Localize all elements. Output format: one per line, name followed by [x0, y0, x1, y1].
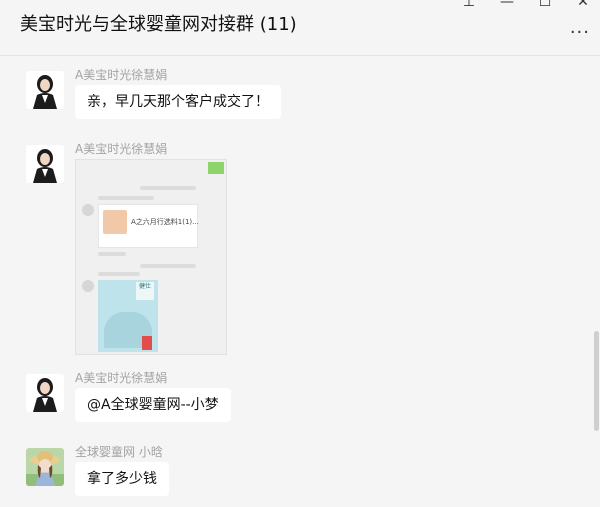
- image-line: [98, 252, 126, 256]
- avatar-woman-icon: [26, 374, 64, 412]
- window-controls: ⊥ — ☐ ✕: [460, 0, 592, 10]
- close-icon[interactable]: ✕: [574, 0, 592, 10]
- poster-label: 健仕: [136, 282, 154, 300]
- message-bubble[interactable]: @A全球婴童网--小梦: [75, 388, 231, 422]
- image-line: [140, 264, 196, 268]
- image-tag: [208, 162, 224, 174]
- sender-name: 全球婴童网 小晗: [75, 445, 163, 459]
- sender-name: A美宝时光徐慧娟: [75, 371, 168, 385]
- avatar[interactable]: [26, 145, 64, 183]
- message-bubble[interactable]: 拿了多少钱: [75, 462, 169, 496]
- image-card-text: A之六月行选料1(1)...: [131, 218, 199, 226]
- avatar-girl-hat-icon: [26, 448, 64, 486]
- shared-image[interactable]: A之六月行选料1(1)... 健仕: [75, 159, 227, 355]
- image-line: [98, 272, 140, 276]
- scrollbar[interactable]: [594, 56, 600, 507]
- avatar[interactable]: [26, 71, 64, 109]
- image-thumb: [103, 210, 127, 234]
- sender-name: A美宝时光徐慧娟: [75, 68, 168, 82]
- minimize-icon[interactable]: —: [498, 0, 516, 10]
- image-avatar: [82, 204, 94, 216]
- image-avatar: [82, 280, 94, 292]
- image-line: [140, 186, 196, 190]
- chat-title: 美宝时光与全球婴童网对接群 (11): [20, 14, 297, 35]
- message-bubble[interactable]: 亲，早几天那个客户成交了！: [75, 85, 281, 119]
- image-line: [98, 196, 154, 200]
- avatar-woman-icon: [26, 71, 64, 109]
- scrollbar-thumb[interactable]: [594, 331, 599, 431]
- avatar[interactable]: [26, 374, 64, 412]
- avatar[interactable]: [26, 448, 64, 486]
- poster-shape: [142, 336, 152, 350]
- maximize-icon[interactable]: ☐: [536, 0, 554, 10]
- avatar-woman-icon: [26, 145, 64, 183]
- sender-name: A美宝时光徐慧娟: [75, 142, 168, 156]
- more-options-icon[interactable]: ···: [570, 22, 590, 43]
- image-card: A之六月行选料1(1)...: [98, 204, 199, 248]
- image-poster: 健仕: [98, 280, 158, 352]
- chat-header: 美宝时光与全球婴童网对接群 (11) ⊥ — ☐ ✕ ···: [0, 0, 600, 56]
- pin-icon[interactable]: ⊥: [460, 0, 478, 10]
